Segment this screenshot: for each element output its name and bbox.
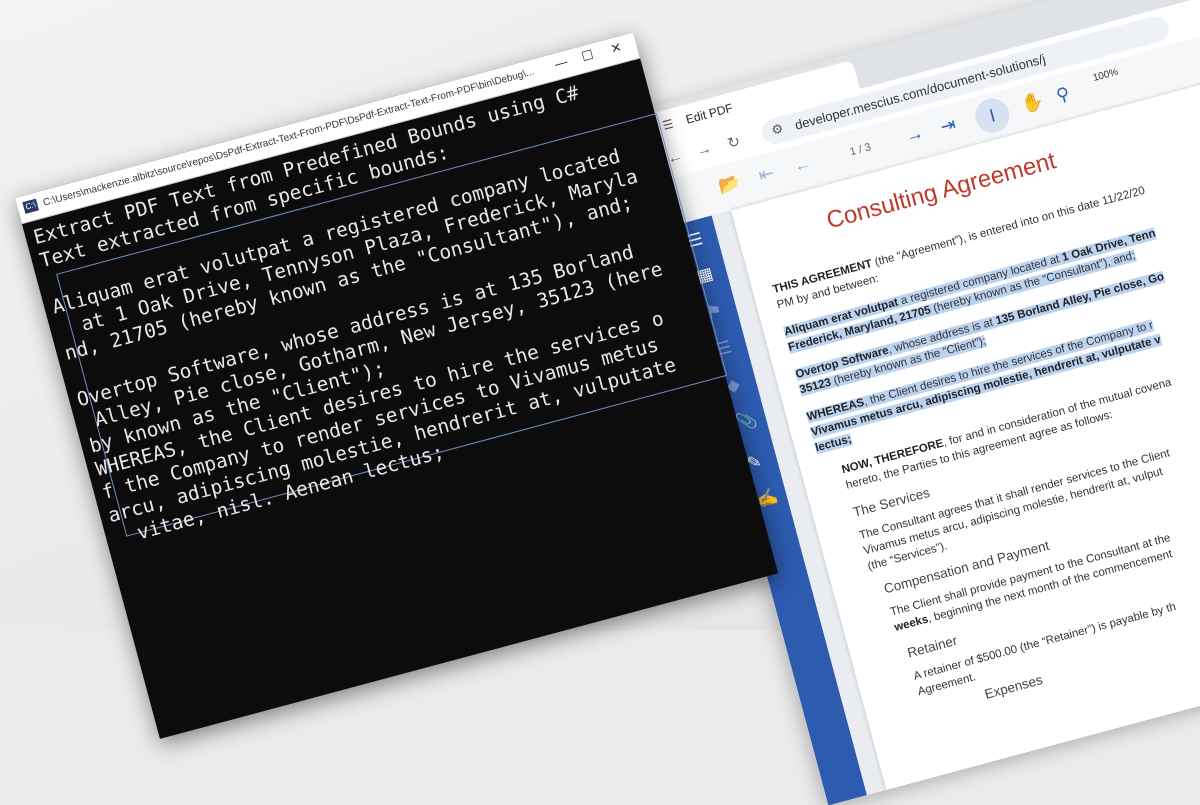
maximize-icon[interactable]: ☐	[580, 47, 595, 65]
heading-retainer: Retainer	[905, 632, 959, 661]
site-settings-icon[interactable]: ⚙	[770, 120, 785, 138]
minimize-icon[interactable]: —	[553, 54, 569, 72]
close-icon[interactable]: ✕	[609, 39, 624, 57]
next-page-icon[interactable]: →	[903, 122, 926, 147]
open-folder-icon[interactable]: 📂	[716, 171, 743, 197]
agreement-mid: (the “Agreement”)	[870, 233, 965, 270]
previous-page-icon[interactable]: ←	[791, 152, 814, 177]
text-select-icon[interactable]: I	[971, 94, 1014, 137]
pan-hand-icon[interactable]: ✋	[1019, 90, 1046, 116]
first-page-icon[interactable]: ⇤	[756, 162, 776, 186]
zoom-value[interactable]: 100%	[1092, 66, 1120, 85]
zoom-icon[interactable]: ⚲	[1054, 83, 1072, 107]
page-indicator[interactable]: 1 / 3	[849, 141, 873, 158]
pdf-tab-icon: ☰	[661, 116, 676, 133]
tab-title: Edit PDF	[684, 100, 735, 127]
console-app-icon: C:\	[22, 198, 39, 214]
forward-icon[interactable]: →	[694, 140, 713, 160]
reload-icon[interactable]: ↻	[725, 132, 743, 153]
heading-expenses: Expenses	[983, 672, 1045, 702]
last-page-icon[interactable]: ⇥	[938, 114, 958, 138]
